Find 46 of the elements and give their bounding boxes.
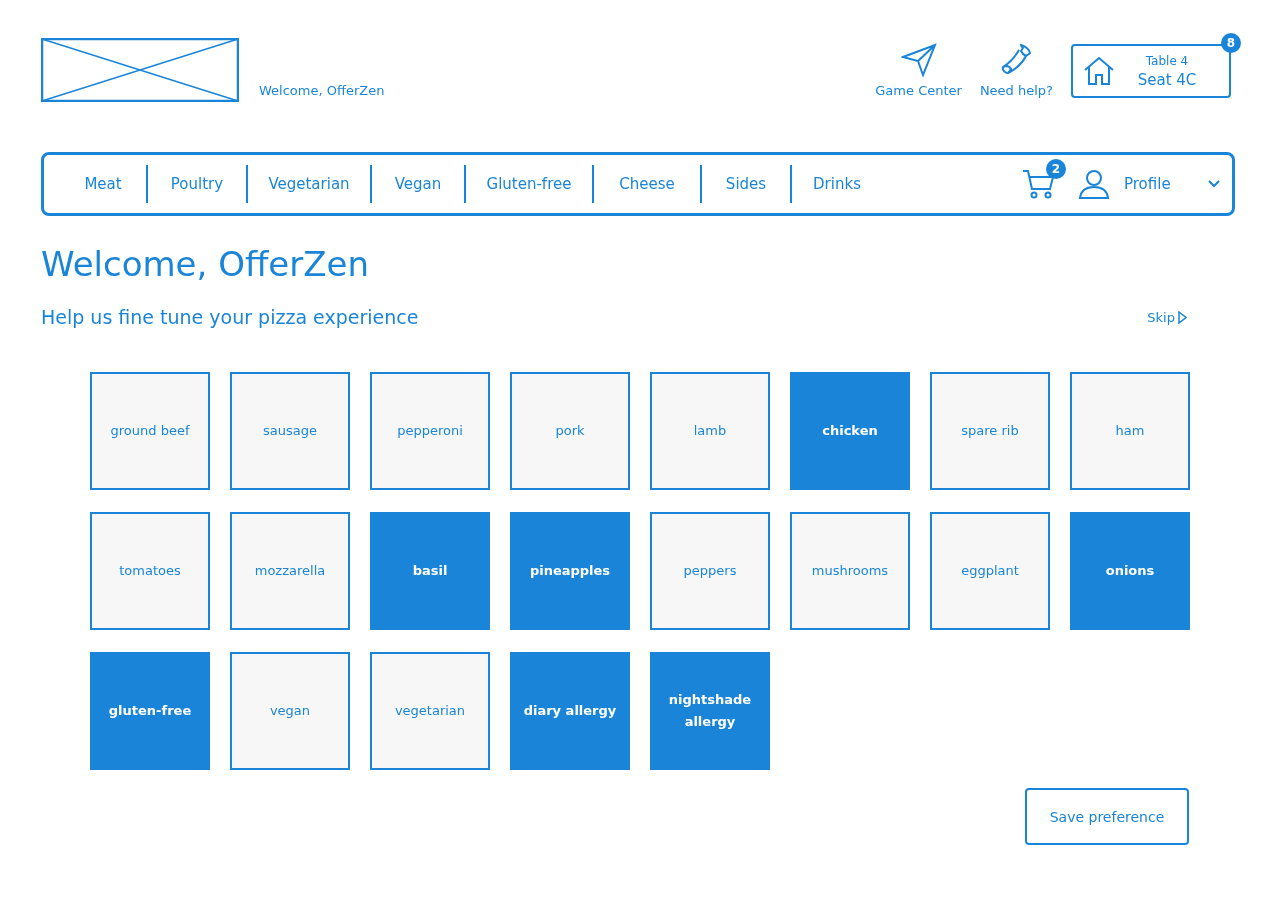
preference-tile[interactable]: basil bbox=[370, 512, 490, 630]
header-link[interactable]: Need help? bbox=[979, 43, 1053, 98]
user-icon bbox=[1078, 169, 1110, 199]
nav-item[interactable]: Poultry bbox=[148, 165, 248, 203]
chevron-down-icon bbox=[1208, 180, 1220, 188]
preference-tile[interactable]: sausage bbox=[230, 372, 350, 490]
preference-tile[interactable]: chicken bbox=[790, 372, 910, 490]
preference-tile[interactable]: spare rib bbox=[930, 372, 1050, 490]
preference-tile[interactable]: gluten-free bbox=[90, 652, 210, 770]
nav-item[interactable]: Drinks bbox=[792, 165, 882, 203]
page-title: Welcome, OfferZen bbox=[41, 244, 370, 284]
table-label: Table 4 bbox=[1145, 53, 1189, 68]
nav-item[interactable]: Vegan bbox=[372, 165, 466, 203]
preference-tile[interactable]: peppers bbox=[650, 512, 770, 630]
preference-tile[interactable]: eggplant bbox=[930, 512, 1050, 630]
preference-tile[interactable]: ground beef bbox=[90, 372, 210, 490]
cart-badge: 2 bbox=[1046, 159, 1066, 179]
save-button[interactable]: Save preference bbox=[1025, 788, 1189, 845]
preference-tile[interactable]: pork bbox=[510, 372, 630, 490]
page-subtitle: Help us fine tune your pizza experience bbox=[41, 306, 419, 328]
preference-tile[interactable]: mushrooms bbox=[790, 512, 910, 630]
nav-item[interactable]: Vegetarian bbox=[248, 165, 372, 203]
preference-tile[interactable]: vegan bbox=[230, 652, 350, 770]
preference-tile[interactable]: nightshade allergy bbox=[650, 652, 770, 770]
seat-label: Seat 4C bbox=[1137, 70, 1197, 89]
preference-tile[interactable]: pepperoni bbox=[370, 372, 490, 490]
preference-tile[interactable]: vegetarian bbox=[370, 652, 490, 770]
profile-menu[interactable]: Profile bbox=[1078, 169, 1220, 199]
preference-tile[interactable]: ham bbox=[1070, 372, 1190, 490]
nav-item[interactable]: Gluten-free bbox=[466, 165, 594, 203]
nav-item[interactable]: Meat bbox=[60, 165, 148, 203]
send-icon bbox=[900, 43, 937, 77]
welcome-text: Welcome, OfferZen bbox=[259, 83, 385, 98]
preference-tile[interactable]: diary allergy bbox=[510, 652, 630, 770]
preference-tile[interactable]: tomatoes bbox=[90, 512, 210, 630]
preference-tile[interactable]: pineapples bbox=[510, 512, 630, 630]
preference-tile[interactable]: onions bbox=[1070, 512, 1190, 630]
house-icon bbox=[1083, 56, 1115, 86]
header-link[interactable]: Game Center bbox=[875, 43, 962, 98]
skip-link[interactable]: Skip bbox=[1147, 309, 1187, 325]
preference-tile[interactable]: mozzarella bbox=[230, 512, 350, 630]
nav-item[interactable]: Cheese bbox=[594, 165, 702, 203]
preference-tile[interactable]: lamb bbox=[650, 372, 770, 490]
notification-badge: 8 bbox=[1221, 33, 1241, 53]
nav-item[interactable]: Sides bbox=[702, 165, 792, 203]
play-icon bbox=[1178, 310, 1187, 324]
